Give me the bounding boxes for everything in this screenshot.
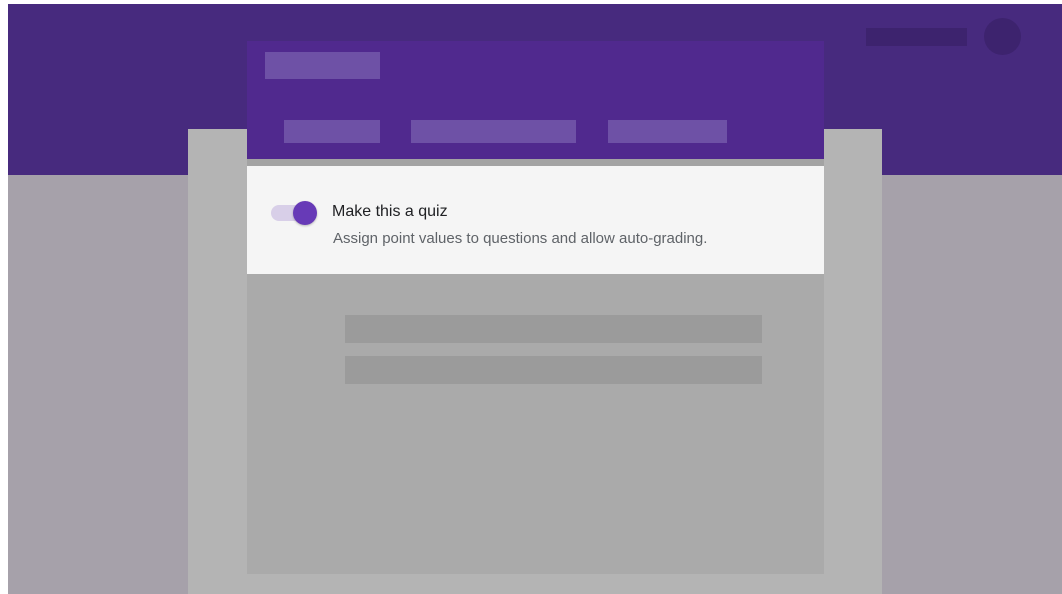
content-placeholder-1 [345,315,762,343]
form-header [247,41,824,159]
account-placeholder [866,28,967,46]
tab-placeholder-1 [284,120,380,143]
quiz-setting-description: Assign point values to questions and all… [333,230,708,247]
quiz-settings-panel: Make this a quiz Assign point values to … [247,166,824,274]
header-divider [247,159,824,166]
tab-placeholder-3 [608,120,727,143]
content-placeholder-2 [345,356,762,384]
app-canvas: Make this a quiz Assign point values to … [8,4,1062,594]
quiz-setting-title: Make this a quiz [332,203,448,220]
toggle-knob [293,201,317,225]
quiz-toggle[interactable] [271,201,317,225]
avatar[interactable] [984,18,1021,55]
form-title-placeholder [265,52,380,79]
tab-placeholder-2 [411,120,576,143]
form-card: Make this a quiz Assign point values to … [247,41,824,574]
